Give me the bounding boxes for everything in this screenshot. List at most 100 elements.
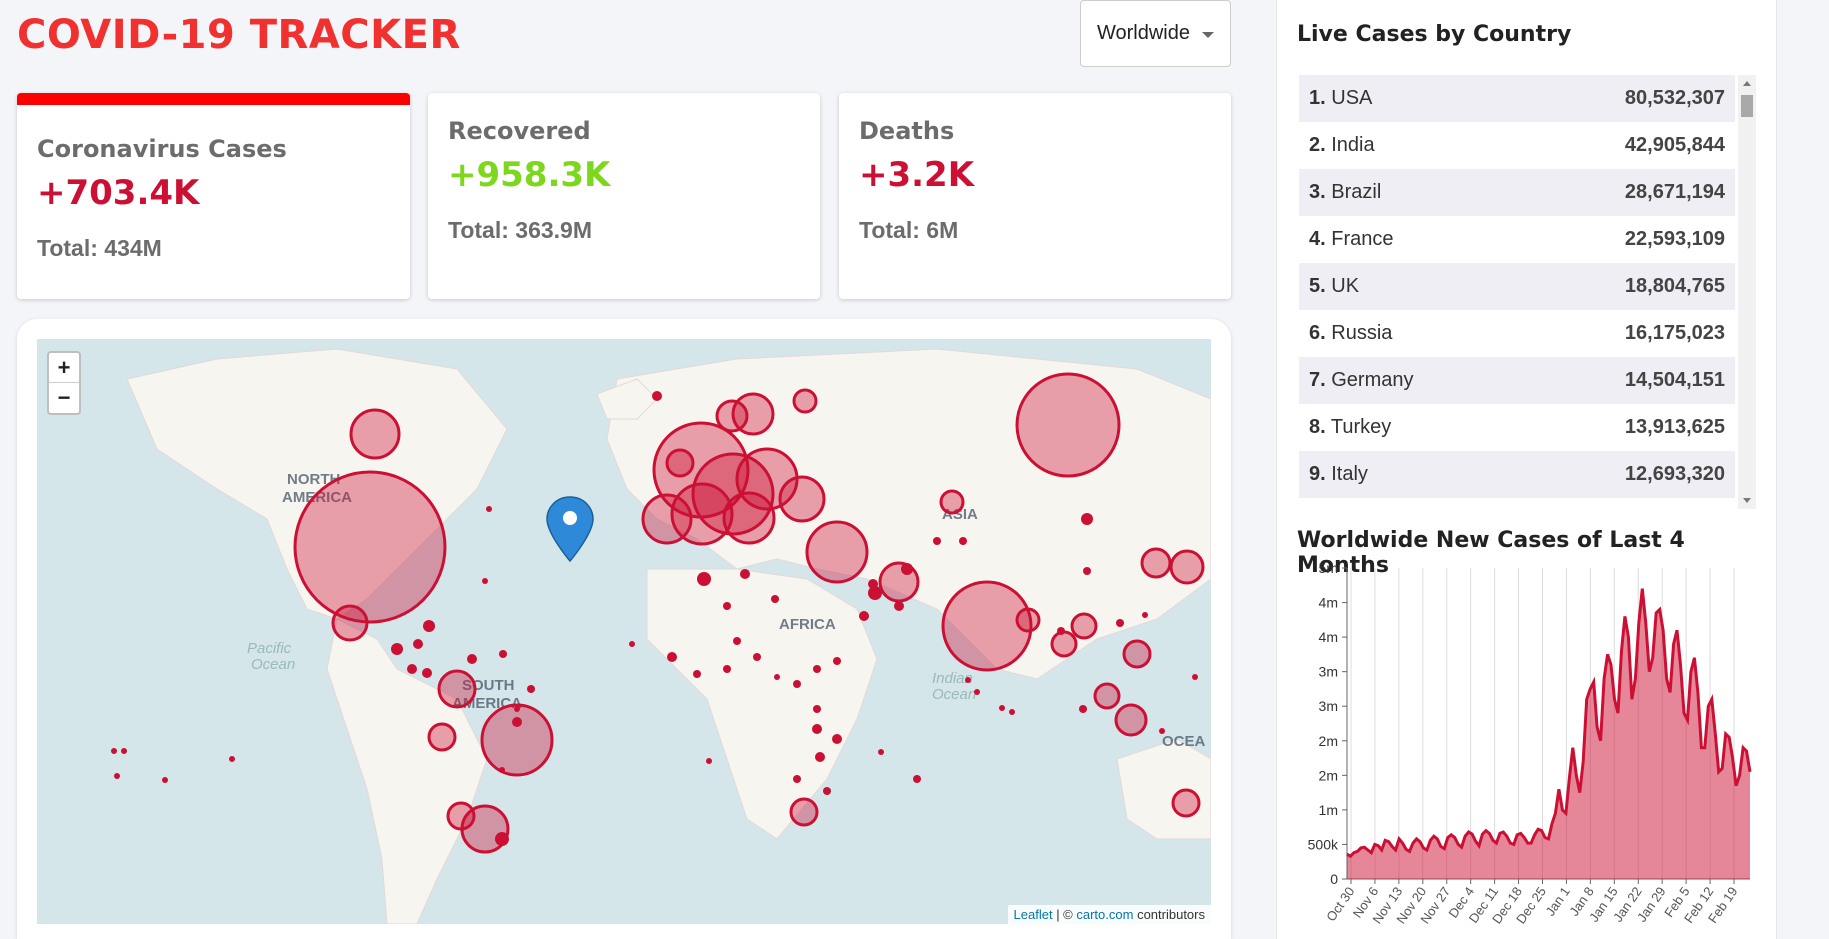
country-cell: 9. Italy bbox=[1309, 463, 1368, 486]
circle-turkey[interactable] bbox=[805, 520, 869, 584]
circle-vietnam[interactable] bbox=[1070, 612, 1098, 640]
country-name: Russia bbox=[1331, 322, 1393, 344]
table-scrollbar[interactable] bbox=[1738, 75, 1756, 509]
cases-card-today: +703.4K bbox=[37, 173, 200, 213]
table-row[interactable]: 6. Russia 16,175,023 bbox=[1299, 310, 1735, 357]
country-cell: 8. Turkey bbox=[1309, 416, 1391, 439]
live-cases-rows: 1. USA 80,532,307 2. India 42,905,844 3. Bra… bbox=[1299, 75, 1735, 498]
circle-philippines[interactable] bbox=[1122, 639, 1152, 669]
attribution-suffix: contributors bbox=[1133, 907, 1205, 922]
table-row[interactable]: 7. Germany 14,504,151 bbox=[1299, 357, 1735, 404]
circle-mexico[interactable] bbox=[331, 604, 369, 642]
zoom-out-button[interactable]: − bbox=[49, 383, 79, 413]
circle-south-africa[interactable] bbox=[789, 797, 819, 827]
cases-value: 28,671,194 bbox=[1624, 181, 1725, 203]
circle-pakistan[interactable] bbox=[1015, 607, 1041, 633]
table-row[interactable]: 5. UK 18,804,765 bbox=[1299, 263, 1735, 310]
table-row[interactable]: 4. France 22,593,109 bbox=[1299, 216, 1735, 263]
rank-number: 9. bbox=[1309, 463, 1326, 485]
deaths-card-total: Total: 6M bbox=[859, 217, 959, 243]
map-pin-icon[interactable] bbox=[546, 496, 594, 563]
recovered-card-total: Total: 363.9M bbox=[448, 217, 592, 243]
y-tick-label: 4m bbox=[1319, 629, 1338, 645]
circle-thailand[interactable] bbox=[1050, 630, 1078, 658]
cases-card-total: Total: 434M bbox=[37, 235, 162, 261]
y-tick-label: 0 bbox=[1330, 871, 1338, 887]
attribution-separator: | © bbox=[1052, 907, 1077, 922]
cases-value: 42,905,844 bbox=[1624, 134, 1725, 156]
new-cases-chart-svg: Oct 30Nov 6Nov 13Nov 20Nov 27Dec 4Dec 11… bbox=[1308, 560, 1752, 926]
country-name: Brazil bbox=[1331, 181, 1382, 203]
cases-value: 14,504,151 bbox=[1624, 369, 1725, 391]
circle-australia[interactable] bbox=[1171, 788, 1201, 818]
rank-number: 4. bbox=[1309, 228, 1326, 250]
circle-russia[interactable] bbox=[1015, 372, 1121, 478]
circle-japan[interactable] bbox=[1169, 549, 1205, 585]
y-tick-label: 2m bbox=[1319, 767, 1338, 783]
map-label-pacific-ocean: Ocean bbox=[251, 656, 295, 673]
country-select[interactable]: Worldwide bbox=[1080, 0, 1231, 67]
circle-indonesia[interactable] bbox=[1114, 703, 1148, 737]
rank-number: 3. bbox=[1309, 181, 1326, 203]
y-tick-label: 3m bbox=[1319, 698, 1338, 714]
circle-uk[interactable] bbox=[665, 448, 695, 478]
map-attribution: Leaflet | © carto.com contributors bbox=[1007, 905, 1211, 924]
circle-canada[interactable] bbox=[349, 408, 401, 460]
cases-card-title: Coronavirus Cases bbox=[37, 135, 287, 163]
new-cases-chart: Oct 30 Nov 6 Nov 13 Nov 20 Nov 27 Dec 4 Dec 11… bbox=[1285, 560, 1765, 939]
country-name: India bbox=[1331, 134, 1375, 156]
zoom-control: + − bbox=[47, 351, 81, 415]
circle-finland[interactable] bbox=[792, 388, 818, 414]
table-row[interactable]: 2. India 42,905,844 bbox=[1299, 122, 1735, 169]
rank-number: 8. bbox=[1309, 416, 1326, 438]
circle-chile[interactable] bbox=[446, 801, 476, 831]
x-tick-label: Oct 30 bbox=[1323, 884, 1357, 924]
live-cases-table[interactable]: 1. USA 80,532,307 2. India 42,905,844 3. Bra… bbox=[1299, 75, 1756, 509]
zoom-in-button[interactable]: + bbox=[49, 353, 79, 383]
right-panel: Live Cases by Country 1. USA 80,532,307 2.… bbox=[1276, 0, 1777, 939]
circle-kazakhstan[interactable] bbox=[939, 489, 965, 515]
table-row[interactable]: 8. Turkey 13,913,625 bbox=[1299, 404, 1735, 451]
map-canvas: NORTH AMERICA SOUTH AMERICA AFRICA ASIA … bbox=[111, 348, 1211, 924]
circle-italy[interactable] bbox=[722, 491, 776, 545]
country-cell: 3. Brazil bbox=[1309, 181, 1381, 204]
carto-link[interactable]: carto.com bbox=[1076, 907, 1133, 922]
circle-peru[interactable] bbox=[427, 722, 457, 752]
circle-malaysia[interactable] bbox=[1093, 682, 1121, 710]
scroll-up-icon[interactable] bbox=[1743, 81, 1751, 86]
country-name: USA bbox=[1331, 87, 1373, 109]
leaflet-link[interactable]: Leaflet bbox=[1014, 907, 1053, 922]
circle-norway[interactable] bbox=[715, 399, 749, 433]
country-cell: 5. UK bbox=[1309, 275, 1359, 298]
circle-usa[interactable] bbox=[293, 470, 447, 624]
cases-card[interactable]: Coronavirus Cases +703.4K Total: 434M bbox=[17, 93, 410, 299]
cases-value: 13,913,625 bbox=[1624, 416, 1725, 438]
world-map[interactable]: NORTH AMERICA SOUTH AMERICA AFRICA ASIA … bbox=[37, 339, 1211, 924]
table-row[interactable]: 1. USA 80,532,307 bbox=[1299, 75, 1735, 122]
circle-portugal[interactable] bbox=[641, 493, 693, 545]
cases-value: 12,693,320 bbox=[1624, 463, 1725, 485]
chevron-down-icon bbox=[1202, 32, 1214, 38]
country-name: Turkey bbox=[1330, 416, 1392, 438]
circle-ukraine[interactable] bbox=[778, 475, 826, 523]
country-cell: 6. Russia bbox=[1309, 322, 1392, 345]
scroll-thumb[interactable] bbox=[1741, 95, 1753, 117]
country-cell: 1. USA bbox=[1309, 87, 1372, 110]
scroll-down-icon[interactable] bbox=[1743, 498, 1751, 503]
map-label-pacific: Pacific bbox=[247, 640, 292, 657]
circle-colombia[interactable] bbox=[437, 669, 477, 709]
y-tick-label: 1m bbox=[1319, 802, 1338, 818]
country-name: UK bbox=[1331, 275, 1360, 297]
circle-korea[interactable] bbox=[1140, 547, 1172, 579]
circle-brazil[interactable] bbox=[480, 703, 554, 777]
map-label-africa: AFRICA bbox=[779, 616, 836, 633]
y-tick-label: 5m bbox=[1319, 560, 1338, 576]
app-title: COVID-19 TRACKER bbox=[17, 12, 461, 58]
cases-value: 18,804,765 bbox=[1624, 275, 1725, 297]
deaths-card[interactable]: Deaths +3.2K Total: 6M bbox=[839, 93, 1231, 299]
recovered-card[interactable]: Recovered +958.3K Total: 363.9M bbox=[428, 93, 820, 299]
table-row[interactable]: 3. Brazil 28,671,194 bbox=[1299, 169, 1735, 216]
country-select-value: Worldwide bbox=[1097, 22, 1190, 44]
table-row[interactable]: 9. Italy 12,693,320 bbox=[1299, 451, 1735, 498]
y-tick-label: 3m bbox=[1319, 664, 1338, 680]
